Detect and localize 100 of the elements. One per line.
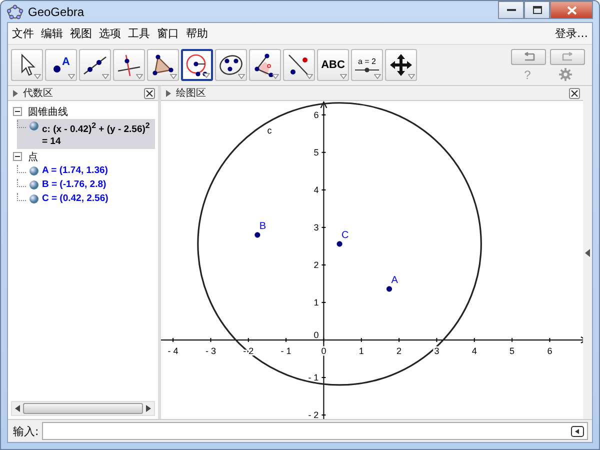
x-tick-label: 5 (510, 346, 515, 356)
dropdown-triangle-icon (272, 74, 279, 79)
dropdown-triangle-icon (203, 73, 210, 78)
circle-curve[interactable] (197, 102, 482, 386)
tool-button[interactable] (11, 49, 43, 81)
object-definition: B = (-1.76, 2.8) (42, 179, 106, 192)
point-marker[interactable] (336, 241, 342, 247)
menu-item[interactable]: 窗口 (157, 26, 179, 41)
tool-button[interactable]: A (45, 49, 77, 81)
move-arrows-icon (389, 53, 413, 77)
collapse-arrow-icon[interactable] (585, 248, 590, 256)
object-row[interactable]: B = (-1.76, 2.8) (17, 178, 155, 192)
x-tick-label: - 4 (168, 346, 178, 356)
x-tick-label: - 2 (243, 346, 254, 356)
dropdown-triangle-icon (408, 74, 415, 79)
tool-button[interactable] (385, 49, 417, 81)
horizontal-scrollbar[interactable] (11, 401, 155, 416)
dropdown-triangle-icon (34, 74, 41, 79)
triangle-icon (150, 53, 176, 77)
circle-icon (184, 52, 210, 78)
menu-item[interactable]: 工具 (128, 26, 150, 41)
group-label[interactable]: 点 (28, 150, 38, 164)
collapse-arrow-icon[interactable] (13, 90, 18, 96)
scroll-right-icon[interactable] (146, 405, 151, 412)
scroll-left-icon[interactable] (15, 405, 20, 412)
app-logo-icon (7, 4, 23, 20)
tool-button[interactable] (249, 49, 281, 81)
point-letter: A (62, 56, 70, 68)
visibility-ball-icon[interactable] (29, 194, 39, 204)
dropdown-triangle-icon (340, 74, 347, 79)
collapse-arrow-icon[interactable] (166, 90, 171, 96)
tool-button[interactable] (113, 49, 145, 81)
point-label: C (342, 230, 349, 241)
object-row[interactable]: A = (1.74, 1.36) (17, 164, 155, 178)
tool-button[interactable] (147, 49, 179, 81)
x-tick-label: 2 (396, 346, 402, 356)
dropdown-triangle-icon (170, 74, 177, 79)
y-tick-label: - 1 (308, 372, 319, 382)
x-tick-label: 3 (434, 346, 440, 356)
dropdown-triangle-icon (68, 74, 75, 79)
menu-item[interactable]: 选项 (99, 26, 121, 41)
point-marker[interactable] (386, 286, 392, 292)
y-tick-label: 3 (314, 222, 319, 232)
tool-button[interactable] (215, 49, 247, 81)
input-label: 输入: (13, 424, 39, 438)
y-tick-label: - 2 (308, 410, 319, 419)
perpendicular-line-icon (116, 53, 142, 77)
close-button[interactable] (550, 1, 593, 19)
tool-button[interactable] (283, 49, 315, 81)
maximize-icon (532, 6, 542, 14)
y-tick-label: 1 (314, 297, 319, 308)
window-title: GeoGebra (28, 4, 84, 18)
circle-label: c (267, 126, 272, 136)
scrollbar-thumb[interactable] (23, 403, 143, 414)
point-label: B (259, 220, 266, 232)
panel-close-button[interactable] (144, 88, 155, 98)
x-tick-label: 1 (358, 346, 364, 356)
visibility-ball-icon[interactable] (29, 180, 39, 190)
point-icon (52, 64, 62, 74)
point-marker[interactable] (254, 232, 260, 238)
x-tick-label: - 1 (280, 346, 292, 356)
maximize-button[interactable] (524, 1, 550, 19)
dropdown-triangle-icon (136, 74, 143, 79)
y-tick-label: 6 (314, 110, 319, 120)
point-label: A (391, 274, 398, 286)
x-tick-label: - 3 (205, 346, 216, 356)
object-row[interactable]: c: (x - 0.42)$^{2}$ + (y - 2.56)$^{2}$ = 14 (17, 119, 155, 150)
visibility-ball-icon[interactable] (29, 121, 39, 131)
tool-button[interactable]: a = 2 (351, 49, 383, 81)
menu-item[interactable]: 视图 (70, 26, 92, 41)
object-definition: C = (0.42, 2.56) (42, 193, 108, 206)
visibility-ball-icon[interactable] (29, 166, 39, 176)
dropdown-triangle-icon (374, 74, 381, 79)
menu-item[interactable]: 文件 (12, 26, 34, 41)
minimize-button[interactable] (498, 1, 524, 19)
input-field[interactable] (42, 422, 588, 440)
close-icon (566, 6, 576, 14)
menu-item[interactable]: 编辑 (41, 26, 63, 41)
y-tick-label: 0 (314, 330, 319, 340)
tool-button[interactable] (79, 49, 111, 81)
x-tick-label: 6 (547, 346, 552, 356)
object-definition: c: (x - 0.42)$^{2}$ + (y - 2.56)$^{2}$ = 14 (42, 120, 151, 148)
object-row[interactable]: C = (0.42, 2.56) (17, 192, 155, 206)
group-label[interactable]: 圆锥曲线 (28, 104, 68, 118)
dropdown-triangle-icon (102, 74, 109, 79)
dropdown-triangle-icon (306, 74, 313, 79)
ellipse-icon (218, 53, 244, 77)
login-link[interactable]: 登录… (555, 26, 588, 41)
tool-button[interactable] (181, 49, 213, 81)
keyboard-icon[interactable] (571, 426, 584, 436)
panel-title: 代数区 (23, 87, 53, 100)
menu-item[interactable]: 帮助 (186, 26, 208, 41)
tool-button[interactable]: ABC (317, 49, 349, 81)
collapse-toggle-icon[interactable] (13, 152, 22, 162)
dropdown-triangle-icon (238, 74, 245, 79)
slider-icon (355, 67, 379, 73)
undo-button[interactable] (511, 48, 546, 64)
y-tick-label: 4 (314, 184, 319, 195)
collapse-toggle-icon[interactable] (13, 107, 22, 116)
panel-close-button[interactable] (569, 88, 580, 98)
